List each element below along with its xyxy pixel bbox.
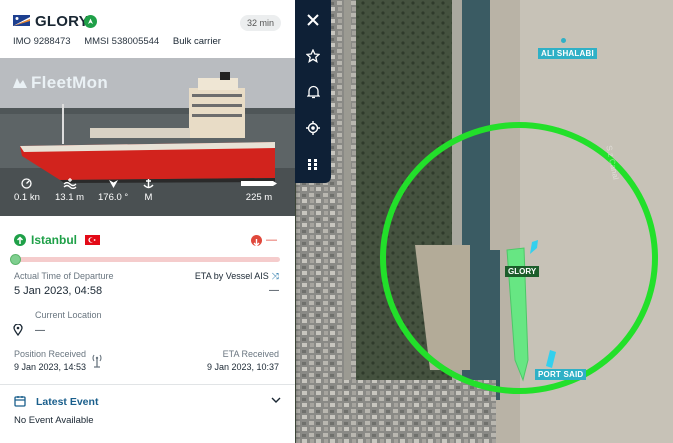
atd-label: Actual Time of Departure: [14, 271, 114, 281]
fleetmon-logo: FleetMon: [12, 73, 108, 93]
departure-port-name[interactable]: Istanbul: [31, 233, 77, 247]
eta-value: —: [269, 285, 279, 296]
speedometer-icon: [21, 178, 33, 189]
flag-turkey-icon: [85, 235, 101, 245]
imo-number: IMO 9288473: [13, 36, 71, 47]
departure-icon: [14, 234, 26, 246]
location-pin-icon: [13, 324, 23, 336]
destination-port[interactable]: —: [251, 234, 277, 246]
vessel-identifiers: IMO 9288473 MMSI 538005544 Bulk carrier: [13, 36, 232, 47]
eta-label: ETA by Vessel AIS ⤨: [194, 271, 279, 281]
status-underway-icon: [84, 15, 97, 28]
map-label-port-said[interactable]: PORT SAID: [535, 369, 587, 380]
notification-button[interactable]: [295, 78, 331, 106]
locate-icon: [306, 121, 320, 135]
mmsi-number: MMSI 538005544: [84, 36, 160, 47]
current-location-value: —: [35, 325, 45, 336]
atd-value: 5 Jan 2023, 04:58: [14, 285, 103, 297]
voyage-progress-bar: [10, 254, 280, 265]
position-age-badge: 32 min: [239, 15, 281, 31]
latest-event-title[interactable]: Latest Event: [36, 396, 98, 408]
voyage-section: Istanbul — Actual Time of Departure 5 Ja…: [0, 216, 295, 443]
ais-antenna-icon: [92, 354, 102, 368]
chevron-down-icon[interactable]: [271, 395, 281, 405]
locate-button[interactable]: [295, 114, 331, 142]
more-options-button[interactable]: [295, 150, 331, 178]
more-icon: [308, 159, 317, 170]
course-arrow-icon: [108, 180, 118, 188]
vessel-stats-bar: 0.1 kn 13.1 m 176.0 ° M 225 m: [0, 176, 295, 216]
side-toolbar: [295, 0, 331, 183]
current-location-label: Current Location: [35, 310, 102, 320]
map-label-glory[interactable]: GLORY: [505, 266, 540, 277]
close-button[interactable]: [295, 6, 331, 34]
position-received-value: 9 Jan 2023, 14:53: [14, 362, 87, 372]
eta-received-value: 9 Jan 2023, 10:37: [206, 362, 279, 372]
length-stat: 225 m: [240, 178, 278, 203]
map-point-ali-shalabi: [561, 38, 566, 43]
vessel-name: GLORY: [35, 13, 89, 30]
star-icon: [306, 49, 320, 63]
course-stat: 176.0 °: [98, 178, 128, 203]
vessel-detail-panel: GLORY 32 min IMO 9288473 MMSI 538005544 …: [0, 0, 295, 443]
latest-event-section[interactable]: Latest Event No Event Available: [0, 384, 295, 443]
destination-port-name: —: [266, 234, 277, 246]
nav-status-stat: M: [143, 178, 154, 203]
ship-length-icon: [241, 181, 277, 186]
favorite-button[interactable]: [295, 42, 331, 70]
position-received-label: Position Received: [14, 349, 87, 359]
anchor-icon: [143, 179, 154, 189]
destination-icon: [251, 234, 262, 246]
draught-icon: [63, 178, 76, 189]
calendar-icon: [14, 396, 26, 407]
departure-port[interactable]: Istanbul: [14, 233, 101, 247]
speed-stat: 0.1 kn: [14, 178, 40, 203]
eta-source-icon: ⤨: [271, 271, 279, 281]
vessel-glory-marker[interactable]: [500, 240, 570, 390]
bell-icon: [306, 85, 320, 99]
fleetmon-logo-icon: [13, 78, 27, 88]
flag-marshall-islands-icon: [13, 15, 30, 26]
draught-stat: 13.1 m: [55, 178, 84, 203]
map-label-ali-shalabi[interactable]: ALI SHALABI: [538, 48, 597, 59]
no-event-text: No Event Available: [14, 415, 94, 426]
vessel-header: GLORY 32 min IMO 9288473 MMSI 538005544 …: [0, 0, 295, 58]
close-icon: [307, 14, 319, 26]
eta-received-label: ETA Received: [222, 349, 279, 359]
vessel-type: Bulk carrier: [172, 36, 221, 47]
voyage-progress-knob: [10, 254, 21, 265]
